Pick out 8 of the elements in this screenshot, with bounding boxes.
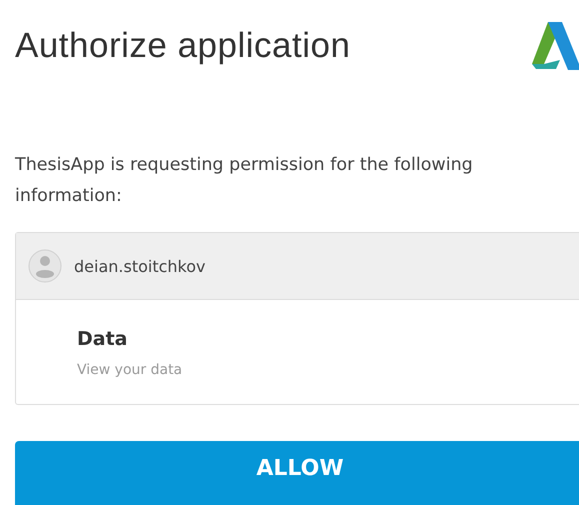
- avatar-icon: [28, 249, 62, 283]
- permission-description: View your data: [77, 362, 184, 378]
- permission-name: Data: [77, 328, 128, 350]
- logo: [530, 20, 579, 70]
- username: deian.stoitchkov: [74, 256, 206, 276]
- allow-button[interactable]: ALLOW: [15, 441, 579, 505]
- permission-message: ThesisApp is requesting permission for the following information:: [15, 154, 474, 208]
- page-title: Authorize application: [15, 26, 350, 66]
